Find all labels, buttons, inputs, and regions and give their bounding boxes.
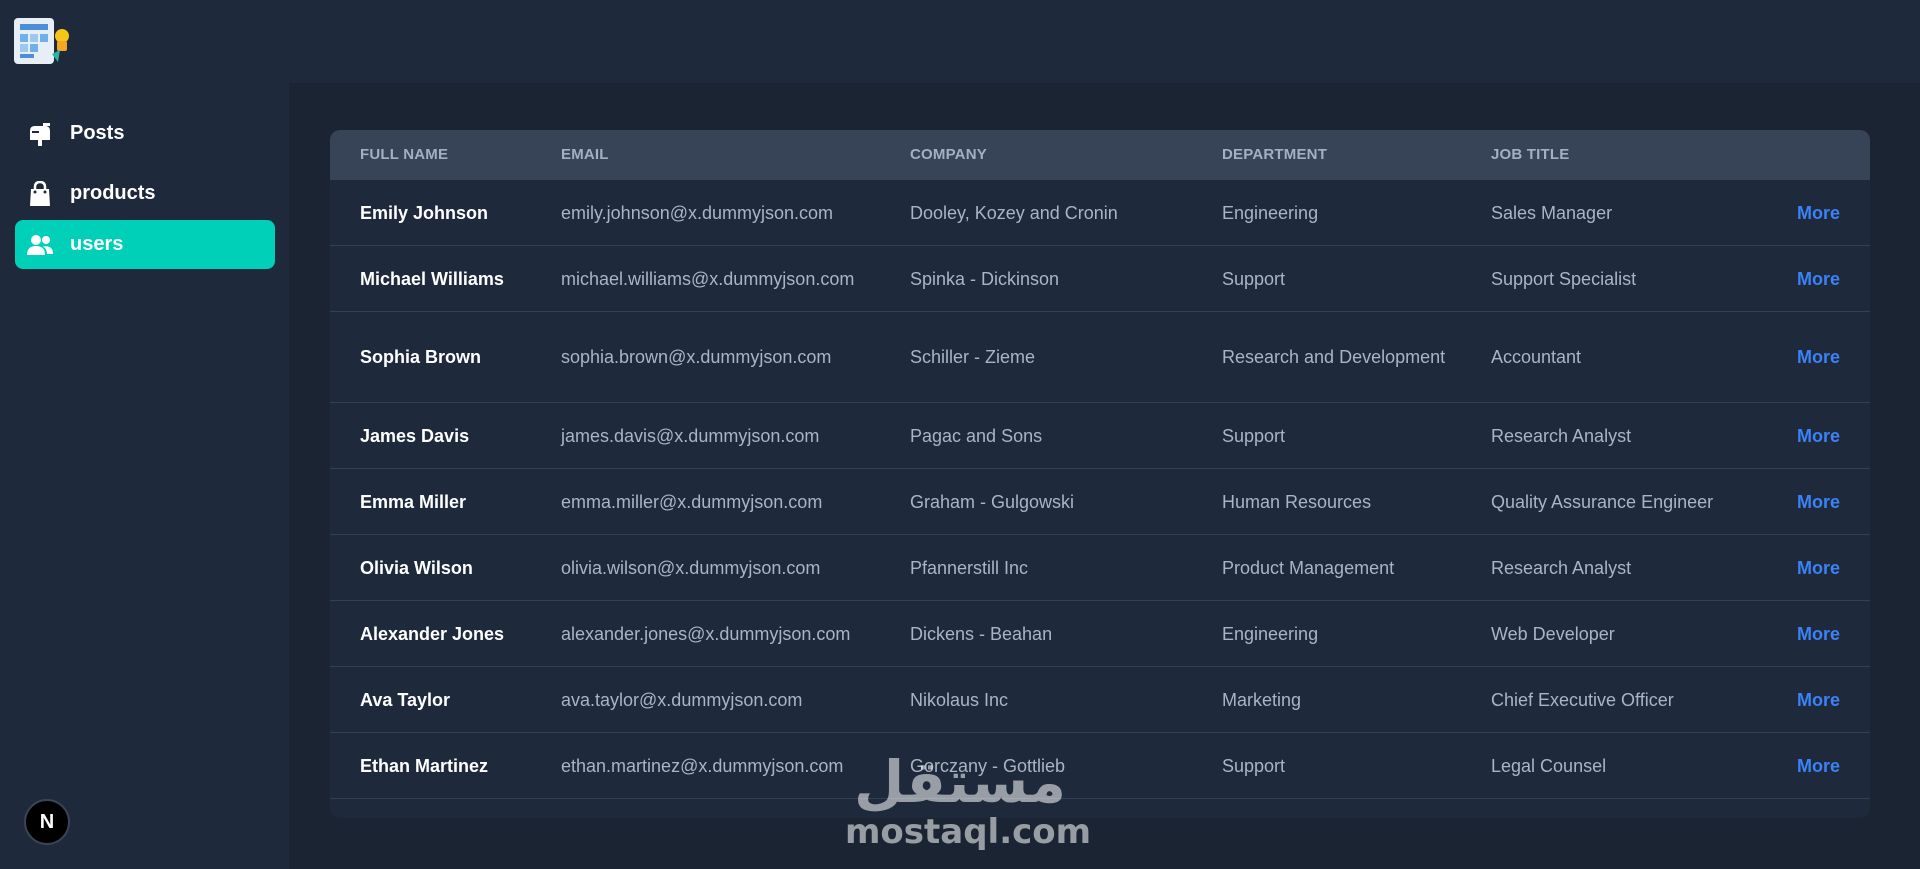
sidebar-item-label: Posts xyxy=(70,122,125,144)
cell-department: Engineering xyxy=(1222,202,1319,223)
column-header-company: COMPANY xyxy=(910,146,987,163)
table-row: Ava Taylor ava.taylor@x.dummyjson.com Niko… xyxy=(330,667,1870,733)
more-link[interactable]: More xyxy=(1797,535,1857,600)
cell-email: michael.williams@x.dummyjson.com xyxy=(561,268,855,289)
more-link[interactable]: More xyxy=(1797,601,1857,666)
table-row: Olivia Wilson olivia.wilson@x.dummyjson.c… xyxy=(330,535,1870,601)
cell-department: Support xyxy=(1222,425,1286,446)
sidebar-item-posts[interactable]: Posts xyxy=(15,109,275,158)
cell-company: Dooley, Kozey and Cronin xyxy=(910,202,1118,223)
cell-full-name: James Davis xyxy=(360,425,470,446)
column-header-full-name: FULL NAME xyxy=(360,146,449,163)
cell-job-title: Web Developer xyxy=(1491,623,1615,644)
table-row: Emily Johnson emily.johnson@x.dummyjson.c… xyxy=(330,180,1870,246)
cell-job-title: Sales Manager xyxy=(1491,202,1613,223)
cell-email: ethan.martinez@x.dummyjson.com xyxy=(561,755,844,776)
cell-email: ava.taylor@x.dummyjson.com xyxy=(561,689,803,710)
table-header: FULL NAME EMAIL COMPANY DEPARTMENT JOB T… xyxy=(330,130,1870,180)
cell-company: Gorczany - Gottlieb xyxy=(910,755,1066,776)
cell-company: Pagac and Sons xyxy=(910,425,1043,446)
cell-department: Support xyxy=(1222,268,1286,289)
sidebar-item-products[interactable]: products xyxy=(15,169,275,218)
cell-full-name: Olivia Wilson xyxy=(360,557,473,578)
cell-job-title: Support Specialist xyxy=(1491,268,1637,289)
cell-full-name: Alexander Jones xyxy=(360,623,505,644)
shopping-bag-icon xyxy=(25,180,55,207)
cell-full-name: Ava Taylor xyxy=(360,689,451,710)
more-link[interactable]: More xyxy=(1797,733,1857,798)
cell-email: emily.johnson@x.dummyjson.com xyxy=(561,202,834,223)
sidebar: Posts products users N xyxy=(0,83,289,869)
cell-email: emma.miller@x.dummyjson.com xyxy=(561,491,823,512)
cell-company: Dickens - Beahan xyxy=(910,623,1053,644)
sidebar-item-users[interactable]: users xyxy=(15,220,275,269)
cell-department: Research and Development xyxy=(1222,347,1446,367)
cell-email: olivia.wilson@x.dummyjson.com xyxy=(561,557,821,578)
table-row: Ethan Martinez ethan.martinez@x.dummyjson… xyxy=(330,733,1870,799)
table-row: James Davis james.davis@x.dummyjson.com Pa… xyxy=(330,403,1870,469)
cell-full-name: Emma Miller xyxy=(360,491,467,512)
cell-department: Product Management xyxy=(1222,557,1395,578)
table-row: Emma Miller emma.miller@x.dummyjson.com Gr… xyxy=(330,469,1870,535)
cell-full-name: Michael Williams xyxy=(360,268,504,289)
users-icon xyxy=(25,232,55,258)
badge-letter: N xyxy=(39,810,55,833)
more-link[interactable]: More xyxy=(1797,312,1857,402)
cell-full-name: Ethan Martinez xyxy=(360,755,489,776)
more-link[interactable]: More xyxy=(1797,469,1857,534)
cell-department: Marketing xyxy=(1222,689,1302,710)
cell-company: Graham - Gulgowski xyxy=(910,491,1075,512)
table-row: Michael Williams michael.williams@x.dummy… xyxy=(330,246,1870,312)
more-link[interactable]: More xyxy=(1797,180,1857,245)
cell-full-name: Emily Johnson xyxy=(360,202,489,223)
app-logo-icon[interactable] xyxy=(12,10,72,72)
cell-job-title: Research Analyst xyxy=(1491,557,1632,578)
cell-company: Schiller - Zieme xyxy=(910,347,1036,367)
table-row: Alexander Jones alexander.jones@x.dummyjs… xyxy=(330,601,1870,667)
cell-department: Engineering xyxy=(1222,623,1319,644)
more-link[interactable]: More xyxy=(1797,246,1857,311)
more-link[interactable]: More xyxy=(1797,667,1857,732)
top-bar xyxy=(0,0,1920,83)
column-header-job-title: JOB TITLE xyxy=(1491,146,1570,163)
cell-email: sophia.brown@x.dummyjson.com xyxy=(561,347,832,367)
nextjs-dev-badge[interactable]: N xyxy=(24,799,70,845)
watermark-latin: mostaql.com xyxy=(845,812,1092,852)
sidebar-item-label: users xyxy=(70,233,124,255)
sidebar-item-label: products xyxy=(70,182,156,204)
mailbox-icon xyxy=(25,121,55,147)
users-table: FULL NAME EMAIL COMPANY DEPARTMENT JOB T… xyxy=(330,130,1870,818)
cell-company: Spinka - Dickinson xyxy=(910,268,1060,289)
table-row: Sophia Brown sophia.brown@x.dummyjson.com… xyxy=(330,312,1870,403)
cell-full-name: Sophia Brown xyxy=(360,347,481,367)
cell-department: Support xyxy=(1222,755,1286,776)
cell-email: james.davis@x.dummyjson.com xyxy=(561,425,820,446)
cell-company: Nikolaus Inc xyxy=(910,689,1009,710)
column-header-email: EMAIL xyxy=(561,146,609,163)
cell-email: alexander.jones@x.dummyjson.com xyxy=(561,623,851,644)
more-link[interactable]: More xyxy=(1797,403,1857,468)
cell-job-title: Chief Executive Officer xyxy=(1491,689,1674,710)
cell-job-title: Legal Counsel xyxy=(1491,755,1607,776)
cell-job-title: Accountant xyxy=(1491,347,1582,367)
cell-job-title: Quality Assurance Engineer xyxy=(1491,491,1714,512)
cell-company: Pfannerstill Inc xyxy=(910,557,1029,578)
column-header-department: DEPARTMENT xyxy=(1222,146,1328,163)
cell-job-title: Research Analyst xyxy=(1491,425,1632,446)
cell-department: Human Resources xyxy=(1222,491,1372,512)
